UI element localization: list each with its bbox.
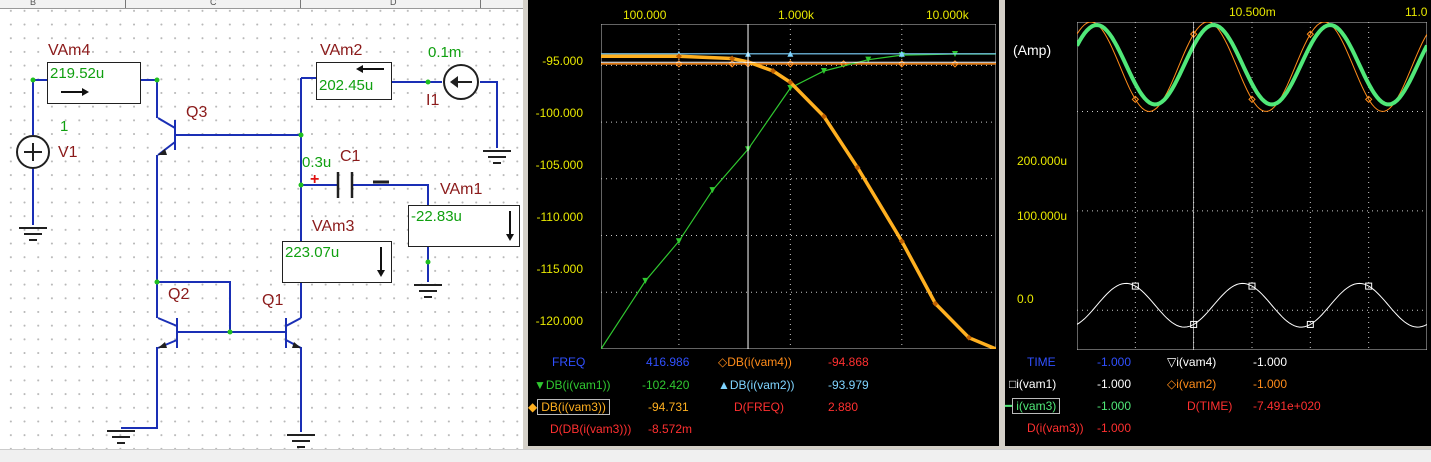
tran-time-value: -1.000 <box>1097 355 1132 369</box>
ac-legend-vam4-label[interactable]: ◇DB(i(vam4)) <box>718 355 792 369</box>
status-strip <box>0 449 1431 462</box>
triangle-up-marker-icon: ▲ <box>718 378 730 392</box>
tran-legend-vam3-label[interactable]: ━ i(vam3) <box>1005 398 1061 414</box>
ac-ddb-value: -8.572m <box>648 422 693 436</box>
tran-legend-vam1-label[interactable]: □i(vam1) <box>1009 377 1056 391</box>
ac-y-tick-5: -120.000 <box>535 314 583 328</box>
tran-x-tick-0: 10.500m <box>1229 5 1276 19</box>
ac-x-tick-2: 10.000k <box>926 8 969 22</box>
tran-y-unit: (Amp) <box>1013 42 1052 58</box>
vam1-label: VAm1 <box>440 181 483 198</box>
ac-plot-area[interactable] <box>601 24 996 349</box>
tran-series-vam1 <box>1077 282 1427 328</box>
diamond-marker-icon: ◇ <box>718 355 728 369</box>
ac-dfreq-label: D(FREQ) <box>734 400 784 414</box>
ac-vam1-marker <box>709 187 716 194</box>
ac-y-tick-1: -100.000 <box>535 106 583 120</box>
ac-legend-vam1-value: -102.420 <box>642 378 690 392</box>
diamond-marker-icon: ◇ <box>1167 377 1177 391</box>
tran-legend-vam2-label[interactable]: ◇i(vam2) <box>1167 377 1216 391</box>
q3-label: Q3 <box>186 104 208 121</box>
v1-value: 1 <box>60 118 69 135</box>
ac-plot-panel[interactable]: 100.000 1.000k 10.000k -95.000 -100.000 … <box>528 0 999 446</box>
tran-y-tick-0: 200.000u <box>1017 154 1068 168</box>
ac-x-tick-1: 1.000k <box>778 8 815 22</box>
q1-label: Q1 <box>262 292 284 309</box>
v1-label: V1 <box>58 144 78 161</box>
arrow-left-icon <box>356 65 384 73</box>
ac-y-tick-0: -95.000 <box>542 54 583 68</box>
arrow-right-icon <box>61 88 89 96</box>
vam4-label: VAm4 <box>48 42 91 59</box>
c1-label: C1 <box>340 148 361 165</box>
ac-freq-value: 416.986 <box>646 355 690 369</box>
i1-label: I1 <box>426 92 440 109</box>
q2-label: Q2 <box>168 286 190 303</box>
tran-time-label: TIME <box>1027 355 1056 369</box>
tran-series-vam2 <box>1077 22 1427 113</box>
triangle-down-marker-icon: ▼ <box>534 378 546 392</box>
ammeter-vam4[interactable]: 219.52u <box>47 62 141 104</box>
ammeter-vam2[interactable]: 202.45u <box>316 62 392 100</box>
ac-freq-label: FREQ <box>552 355 586 369</box>
arrow-down-icon <box>377 247 385 277</box>
arrow-down-icon <box>506 211 514 241</box>
tran-legend-vam4-label[interactable]: ▽i(vam4) <box>1167 355 1216 369</box>
transient-plot-panel[interactable]: 10.500m 11.0 (Amp) 200.000u 100.000u 0.0… <box>1005 0 1431 446</box>
vam2-label: VAm2 <box>320 42 363 59</box>
vam3-label: VAm3 <box>312 218 355 235</box>
ac-y-tick-3: -110.000 <box>536 210 583 224</box>
ac-x-tick-0: 100.000 <box>623 8 667 22</box>
tran-dtime-value: -7.491e+020 <box>1253 399 1321 413</box>
tran-plot-area[interactable] <box>1077 22 1427 350</box>
vam2-reading: 202.45u <box>319 77 374 94</box>
ac-y-tick-2: -105.000 <box>535 158 583 172</box>
ac-legend-vam3-label[interactable]: ◆ DB(i(vam3)) <box>528 399 610 415</box>
ammeter-vam1[interactable]: -22.83u <box>408 205 520 247</box>
ac-legend-vam1-label[interactable]: ▼DB(i(vam1)) <box>534 378 611 392</box>
i1-value: 0.1m <box>428 44 462 61</box>
tran-legend-vam4-value: -1.000 <box>1253 355 1288 369</box>
tran-y-tick-2: 0.0 <box>1017 292 1034 306</box>
tran-di-value: -1.000 <box>1097 421 1132 435</box>
ac-dfreq-value: 2.880 <box>828 400 859 414</box>
ammeter-vam3[interactable]: 223.07u <box>282 241 392 283</box>
ac-legend-vam4-value: -94.868 <box>828 355 869 369</box>
c1-value: 0.3u <box>302 154 332 171</box>
vam3-reading: 223.07u <box>285 244 340 261</box>
ac-ddb-label: D(DB(i(vam3))) <box>550 422 632 436</box>
tran-legend-vam3-value: -1.000 <box>1097 399 1132 413</box>
ac-vam1-marker <box>642 277 649 284</box>
tran-x-tick-1: 11.0 <box>1405 5 1428 19</box>
ac-y-tick-4: -115.000 <box>536 262 583 276</box>
c1-plus-sign: + <box>310 171 320 188</box>
tran-legend-vam1-value: -1.000 <box>1097 377 1132 391</box>
tran-dtime-label: D(TIME) <box>1187 399 1233 413</box>
vam1-reading: -22.83u <box>411 208 462 225</box>
tran-di-label: D(i(vam3)) <box>1027 421 1084 435</box>
vam4-reading: 219.52u <box>50 65 105 82</box>
ac-legend-vam3-value: -94.731 <box>648 400 689 414</box>
ac-legend-vam2-value: -93.979 <box>828 378 869 392</box>
tran-y-tick-1: 100.000u <box>1017 209 1068 223</box>
tran-legend-vam2-value: -1.000 <box>1253 377 1288 391</box>
ac-legend-vam2-label[interactable]: ▲DB(i(vam2)) <box>718 378 795 392</box>
triangle-down-outline-icon: ▽ <box>1167 355 1177 369</box>
ac-plot-frame <box>601 24 996 349</box>
schematic-canvas[interactable]: B C D 219.52u 202.45u -22.83u 223.07u VA… <box>0 0 523 461</box>
line-marker-icon: ◆ <box>528 400 538 414</box>
